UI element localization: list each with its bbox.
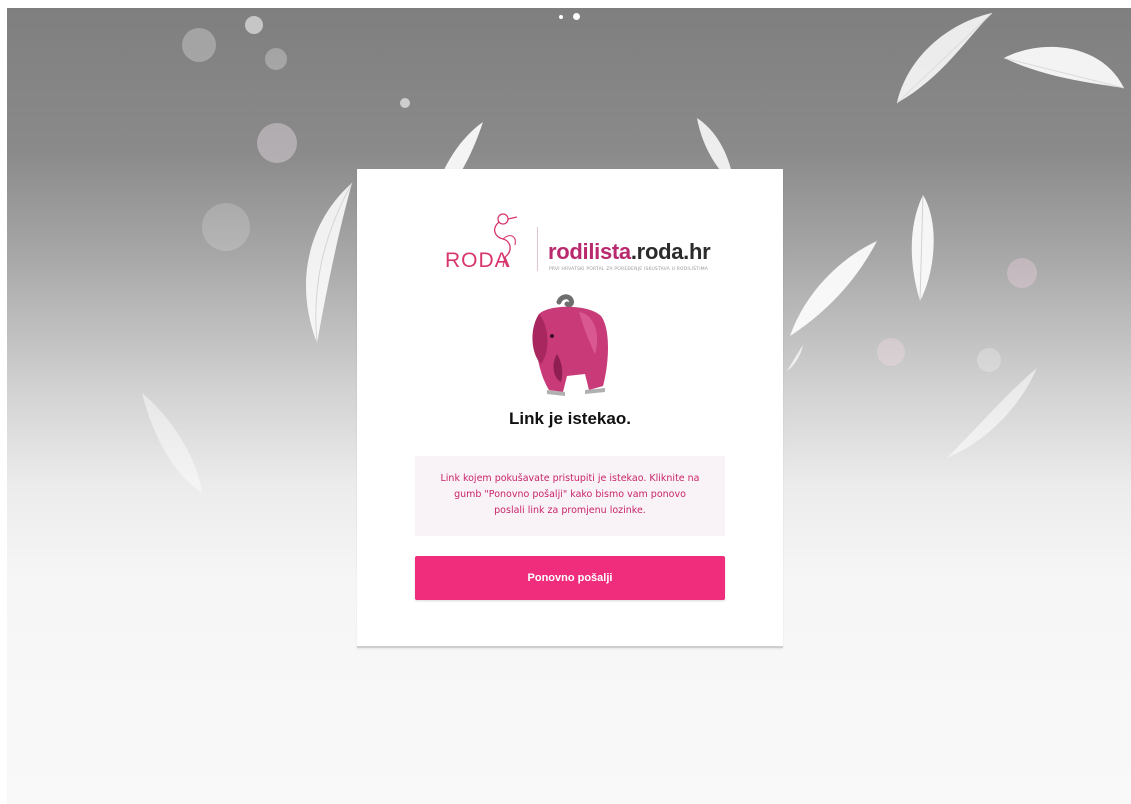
bokeh-light xyxy=(245,16,263,34)
bokeh-light xyxy=(202,203,250,251)
logo-divider xyxy=(537,227,538,271)
site-name-dark: .roda.hr xyxy=(630,239,711,264)
page-background: RODA rodilista.roda.hr PRVI HRVATSKI POR… xyxy=(7,8,1131,804)
expired-link-message: Link kojem pokušavate pristupiti je iste… xyxy=(415,456,725,536)
feather-decoration xyxy=(947,368,1037,458)
expired-link-card: RODA rodilista.roda.hr PRVI HRVATSKI POR… xyxy=(357,169,783,648)
bokeh-light xyxy=(877,338,905,366)
bokeh-light xyxy=(182,28,216,62)
feather-decoration xyxy=(911,194,934,302)
site-name: rodilista.roda.hr xyxy=(548,239,711,265)
roda-logo-text: RODA xyxy=(445,249,510,272)
site-logo[interactable]: RODA rodilista.roda.hr PRVI HRVATSKI POR… xyxy=(445,209,711,273)
bokeh-light xyxy=(265,48,287,70)
feather-decoration xyxy=(790,241,877,336)
bokeh-light xyxy=(1007,258,1037,288)
feather-decoration xyxy=(896,12,993,104)
bokeh-light xyxy=(257,123,297,163)
feather-decoration xyxy=(1003,46,1125,89)
feather-decoration xyxy=(305,182,353,344)
carousel-indicator xyxy=(559,13,580,20)
page-title: Link je istekao. xyxy=(509,409,631,428)
elephant-mascot-icon xyxy=(532,294,608,396)
feather-decoration xyxy=(787,345,803,371)
site-name-pink: rodilista xyxy=(548,239,631,264)
carousel-dot[interactable] xyxy=(559,14,563,19)
carousel-dot-active[interactable] xyxy=(573,13,580,20)
feather-decoration xyxy=(142,393,202,493)
bokeh-light xyxy=(400,98,410,108)
site-tagline: PRVI HRVATSKI PORTAL ZA POREĐENJE ISKUST… xyxy=(549,267,709,272)
resend-button[interactable]: Ponovno pošalji xyxy=(415,556,725,600)
